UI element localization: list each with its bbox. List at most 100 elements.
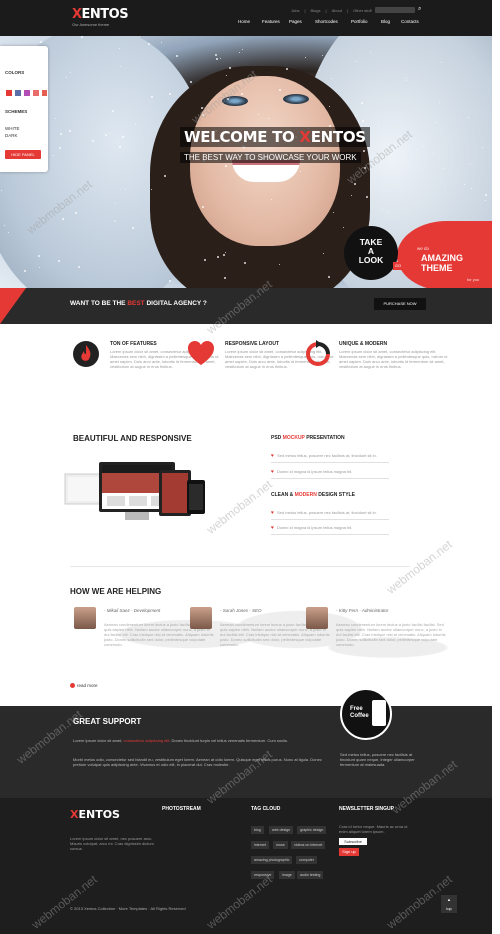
chevron-up-icon: ▲ (447, 897, 451, 902)
tag-cloud-heading: TAG CLOUD (251, 806, 281, 812)
avatar (74, 607, 96, 629)
go-button[interactable]: GO (393, 262, 403, 270)
tag[interactable]: computer (296, 856, 317, 864)
snowflake (114, 220, 115, 221)
footer-about: Lorem ipsum dolor sit amet, nec posuere … (70, 836, 154, 851)
clean-modern-heading: CLEAN & MODERN DESIGN STYLE (271, 492, 355, 498)
read-more-link[interactable]: read more (70, 683, 98, 689)
tag[interactable]: web design (269, 826, 294, 834)
hide-panel-button[interactable]: HIDE PANEL (5, 150, 41, 159)
top-link-about[interactable]: About (332, 8, 342, 13)
snowflake (268, 118, 269, 119)
snowflake (241, 93, 243, 95)
top-link-jobs[interactable]: Jobs (291, 8, 299, 13)
avatar (190, 607, 212, 629)
testimonial-text: Aenean condimentum lorem lectus a justo … (336, 622, 446, 647)
snowflake (135, 124, 136, 125)
swatch-blue[interactable] (15, 90, 21, 96)
snowflake (125, 189, 126, 190)
snowflake (366, 196, 368, 198)
sign-up-button[interactable]: Sign up (339, 848, 359, 856)
swatch-purple[interactable] (24, 90, 30, 96)
copyright: © 2013 Xentos Collection · More Template… (70, 906, 186, 911)
snowflake (435, 122, 436, 123)
snowflake (190, 81, 192, 83)
purchase-now-button[interactable]: PURCHASE NOW (374, 298, 426, 310)
tag[interactable]: graphic design (297, 826, 327, 834)
feature-body: Lorem ipsum dolor sit amet, consectetur … (339, 349, 448, 369)
snowflake (343, 227, 344, 228)
snowflake (151, 96, 153, 98)
snowflake (279, 264, 280, 265)
snowflake (202, 114, 204, 116)
back-to-top-button[interactable]: ▲ top (441, 895, 457, 913)
swatch-pink[interactable] (33, 90, 39, 96)
snowflake (356, 61, 357, 62)
nav-pages[interactable]: Pages (289, 19, 315, 24)
scheme-dark[interactable]: DARK (5, 133, 18, 138)
top-link-other[interactable]: Other stuff (353, 8, 372, 13)
snowflake (4, 225, 5, 226)
snowflake (319, 70, 320, 71)
testimonial-author: - Kitty Fern - Administrator (336, 608, 389, 613)
take-a-look-button[interactable]: TAKE A LOOK (344, 226, 398, 280)
nav-contacts[interactable]: Contacts (401, 19, 427, 24)
search-input[interactable] (375, 7, 415, 13)
snowflake (225, 252, 226, 253)
snowflake (81, 36, 83, 38)
tag[interactable]: amazing photographic (251, 856, 293, 864)
swatch-red[interactable] (6, 90, 12, 96)
nav-home[interactable]: Home (238, 19, 262, 24)
scheme-white[interactable]: WHITE (5, 126, 20, 131)
divider (70, 566, 410, 567)
snowflake (378, 123, 379, 124)
tag[interactable]: audio testing (297, 871, 324, 879)
nav-portfolio[interactable]: Portfolio (351, 19, 381, 24)
tag[interactable]: blog (251, 826, 264, 834)
snowflake (40, 41, 42, 43)
section-title: HOW WE ARE HELPING (70, 587, 162, 596)
snowflake (433, 153, 434, 154)
snowflake (370, 52, 371, 53)
feature-title: UNIQUE & MODERN (339, 341, 388, 347)
snowflake (169, 93, 171, 95)
tag[interactable]: responsive (251, 871, 275, 879)
nav-shortcodes[interactable]: Shortcodes (315, 19, 351, 24)
main-nav: Home Features Pages Shortcodes Portfolio… (238, 19, 427, 24)
page-scrollbar[interactable] (492, 36, 500, 934)
agency-text: WANT TO BE THE BEST DIGITAL AGENCY ? (70, 300, 207, 307)
snowflake (239, 52, 240, 53)
snowflake (201, 107, 203, 109)
snowflake (482, 147, 483, 148)
newsletter-heading: NEWSLETTER SINGUP (339, 806, 395, 812)
site-logo[interactable]: XENTOS (72, 7, 129, 22)
footer-logo[interactable]: XENTOS (70, 808, 120, 821)
snowflake (75, 212, 77, 214)
support-paragraph: Lorem ipsum dolor sit amet, consectetur … (73, 738, 288, 743)
search-icon[interactable]: ⌕ (418, 6, 421, 13)
snowflake (485, 194, 487, 196)
nav-features[interactable]: Features (262, 19, 289, 24)
nav-blog[interactable]: Blog (381, 19, 401, 24)
tag[interactable]: videos on internet (291, 841, 326, 849)
snowflake (485, 200, 486, 201)
testimonial-author: - Sarah Jones - SEO (220, 608, 262, 613)
flame-icon (73, 341, 99, 367)
subscribe-input[interactable]: Subscribe (339, 838, 367, 845)
snowflake (120, 66, 121, 67)
snowflake (354, 183, 356, 185)
snowflake (305, 57, 306, 58)
snowflake (115, 221, 116, 222)
snowflake (258, 114, 259, 115)
tag[interactable]: internet (251, 841, 269, 849)
snowflake (406, 80, 407, 81)
snowflake (322, 55, 323, 56)
tag[interactable]: muse (273, 841, 288, 849)
swatch-coral[interactable] (42, 90, 47, 96)
top-link-blogs[interactable]: Blogs (311, 8, 321, 13)
tag[interactable]: image (279, 871, 295, 879)
snowflake (226, 75, 227, 76)
snowflake (161, 42, 162, 43)
agency-accent (0, 288, 26, 324)
more-templates-link[interactable]: More Templates (119, 906, 147, 911)
